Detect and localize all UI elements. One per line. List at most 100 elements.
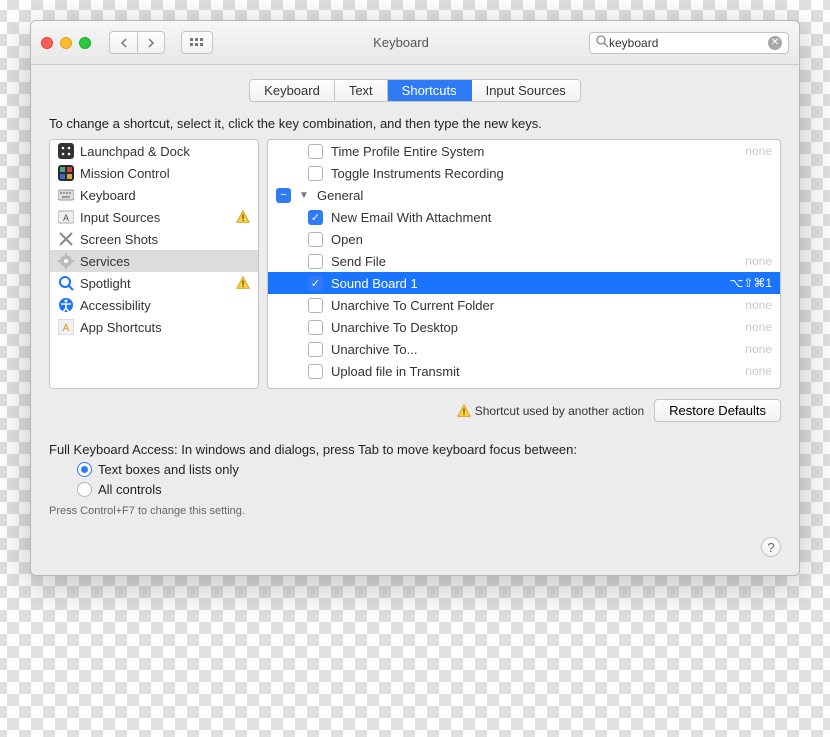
- tab-input-sources[interactable]: Input Sources: [472, 80, 580, 101]
- panels: Launchpad & Dock Mission Control Keyboard A…: [49, 139, 781, 389]
- preferences-window: Keyboard ✕ KeyboardTextShortcutsInput So…: [30, 20, 800, 576]
- zoom-window-button[interactable]: [79, 37, 91, 49]
- shortcut-row[interactable]: Upload file in Transmit none: [268, 360, 780, 382]
- category-label: Keyboard: [80, 188, 136, 203]
- minimize-window-button[interactable]: [60, 37, 72, 49]
- help-button[interactable]: ?: [761, 537, 781, 557]
- category-label: Screen Shots: [80, 232, 158, 247]
- category-label: Accessibility: [80, 298, 151, 313]
- search-field-wrap[interactable]: ✕: [589, 32, 789, 54]
- tab-text[interactable]: Text: [335, 80, 388, 101]
- svg-text:A: A: [63, 323, 70, 334]
- svg-text:A: A: [63, 213, 69, 223]
- category-input-sources[interactable]: A Input Sources: [50, 206, 258, 228]
- forward-button[interactable]: [137, 31, 165, 54]
- instruction-text: To change a shortcut, select it, click t…: [49, 116, 781, 131]
- conflict-warning: Shortcut used by another action: [457, 404, 644, 418]
- category-launchpad-dock[interactable]: Launchpad & Dock: [50, 140, 258, 162]
- content-area: KeyboardTextShortcutsInput Sources To ch…: [31, 65, 799, 575]
- shortcut-label: Send File: [331, 254, 737, 269]
- shortcut-list[interactable]: Time Profile Entire System none Toggle Ins…: [267, 139, 781, 389]
- show-all-button[interactable]: [181, 31, 213, 54]
- shortcut-key: none: [745, 144, 772, 158]
- full-keyboard-access-section: Full Keyboard Access: In windows and dia…: [49, 442, 781, 517]
- shortcut-row[interactable]: Time Profile Entire System none: [268, 140, 780, 162]
- category-app-shortcuts[interactable]: A App Shortcuts: [50, 316, 258, 338]
- category-label: Spotlight: [80, 276, 131, 291]
- checkbox[interactable]: [308, 232, 323, 247]
- checkbox[interactable]: [308, 166, 323, 181]
- checkbox[interactable]: [308, 342, 323, 357]
- category-accessibility[interactable]: Accessibility: [50, 294, 258, 316]
- radio-icon: [77, 462, 92, 477]
- checkbox[interactable]: [308, 320, 323, 335]
- radio-all-controls[interactable]: All controls: [77, 482, 781, 497]
- category-label: Services: [80, 254, 130, 269]
- category-services[interactable]: Services: [50, 250, 258, 272]
- category-spotlight[interactable]: Spotlight: [50, 272, 258, 294]
- category-list[interactable]: Launchpad & Dock Mission Control Keyboard A…: [49, 139, 259, 389]
- launchpad-icon: [58, 143, 74, 159]
- disclosure-triangle-icon[interactable]: ▼: [299, 190, 309, 201]
- warning-icon: [236, 276, 250, 290]
- tab-keyboard[interactable]: Keyboard: [250, 80, 335, 101]
- keyboard-hint: Press Control+F7 to change this setting.: [49, 505, 781, 517]
- category-mission-control[interactable]: Mission Control: [50, 162, 258, 184]
- tabs: KeyboardTextShortcutsInput Sources: [249, 79, 581, 102]
- shortcut-row[interactable]: Open: [268, 228, 780, 250]
- shortcut-row[interactable]: Unarchive To Desktopnone: [268, 316, 780, 338]
- radio-icon: [77, 482, 92, 497]
- shortcut-key: ⌥⇧⌘1: [729, 276, 772, 290]
- conflict-warning-text: Shortcut used by another action: [475, 404, 644, 418]
- radio-label: Text boxes and lists only: [98, 462, 239, 477]
- warning-icon: [457, 404, 471, 418]
- category-keyboard[interactable]: Keyboard: [50, 184, 258, 206]
- category-label: Mission Control: [80, 166, 170, 181]
- shortcut-label: Upload file in Transmit: [331, 364, 737, 379]
- checkbox[interactable]: ✓: [308, 210, 323, 225]
- full-keyboard-access-heading: Full Keyboard Access: In windows and dia…: [49, 442, 781, 457]
- shortcut-row[interactable]: Unarchive To... none: [268, 338, 780, 360]
- checkbox[interactable]: ✓: [308, 276, 323, 291]
- keyboard-icon: [58, 187, 74, 203]
- spotlight-icon: [58, 275, 74, 291]
- checkbox[interactable]: [308, 254, 323, 269]
- shortcut-key: none: [745, 298, 772, 312]
- window-controls: [41, 37, 91, 49]
- search-input[interactable]: [609, 36, 768, 50]
- tab-shortcuts[interactable]: Shortcuts: [388, 80, 472, 101]
- shortcut-row[interactable]: ✓ Sound Board 1 ⌥⇧⌘1: [268, 272, 780, 294]
- shortcut-key: none: [745, 364, 772, 378]
- shortcut-key: none: [745, 342, 772, 356]
- radio-label: All controls: [98, 482, 162, 497]
- clear-search-button[interactable]: ✕: [768, 36, 782, 50]
- close-window-button[interactable]: [41, 37, 53, 49]
- shortcut-label: Sound Board 1: [331, 276, 721, 291]
- checkbox[interactable]: [308, 364, 323, 379]
- shortcut-key: none: [745, 254, 772, 268]
- shortcut-row[interactable]: Unarchive To Current Folder none: [268, 294, 780, 316]
- mission-icon: [58, 165, 74, 181]
- shortcut-label: Toggle Instruments Recording: [331, 166, 764, 181]
- checkbox[interactable]: [308, 144, 323, 159]
- category-screen-shots[interactable]: Screen Shots: [50, 228, 258, 250]
- under-panels: Shortcut used by another action Restore …: [49, 399, 781, 422]
- window-title: Keyboard: [223, 35, 579, 50]
- shortcut-label: Open: [331, 232, 764, 247]
- checkbox[interactable]: [308, 298, 323, 313]
- group-general[interactable]: −▼ General: [268, 184, 780, 206]
- shortcut-label: Time Profile Entire System: [331, 144, 737, 159]
- shortcut-label: Unarchive To Current Folder: [331, 298, 737, 313]
- back-button[interactable]: [109, 31, 137, 54]
- category-label: Input Sources: [80, 210, 160, 225]
- shortcut-row[interactable]: ✓New Email With Attachment: [268, 206, 780, 228]
- shortcut-row[interactable]: Send File none: [268, 250, 780, 272]
- shortcut-label: Unarchive To...: [331, 342, 737, 357]
- checkbox-mixed-icon[interactable]: −: [276, 188, 291, 203]
- screenshot-icon: [58, 231, 74, 247]
- group-label: General: [317, 188, 772, 203]
- radio-text-boxes-only[interactable]: Text boxes and lists only: [77, 462, 781, 477]
- restore-defaults-button[interactable]: Restore Defaults: [654, 399, 781, 422]
- category-label: App Shortcuts: [80, 320, 162, 335]
- shortcut-row[interactable]: Toggle Instruments Recording: [268, 162, 780, 184]
